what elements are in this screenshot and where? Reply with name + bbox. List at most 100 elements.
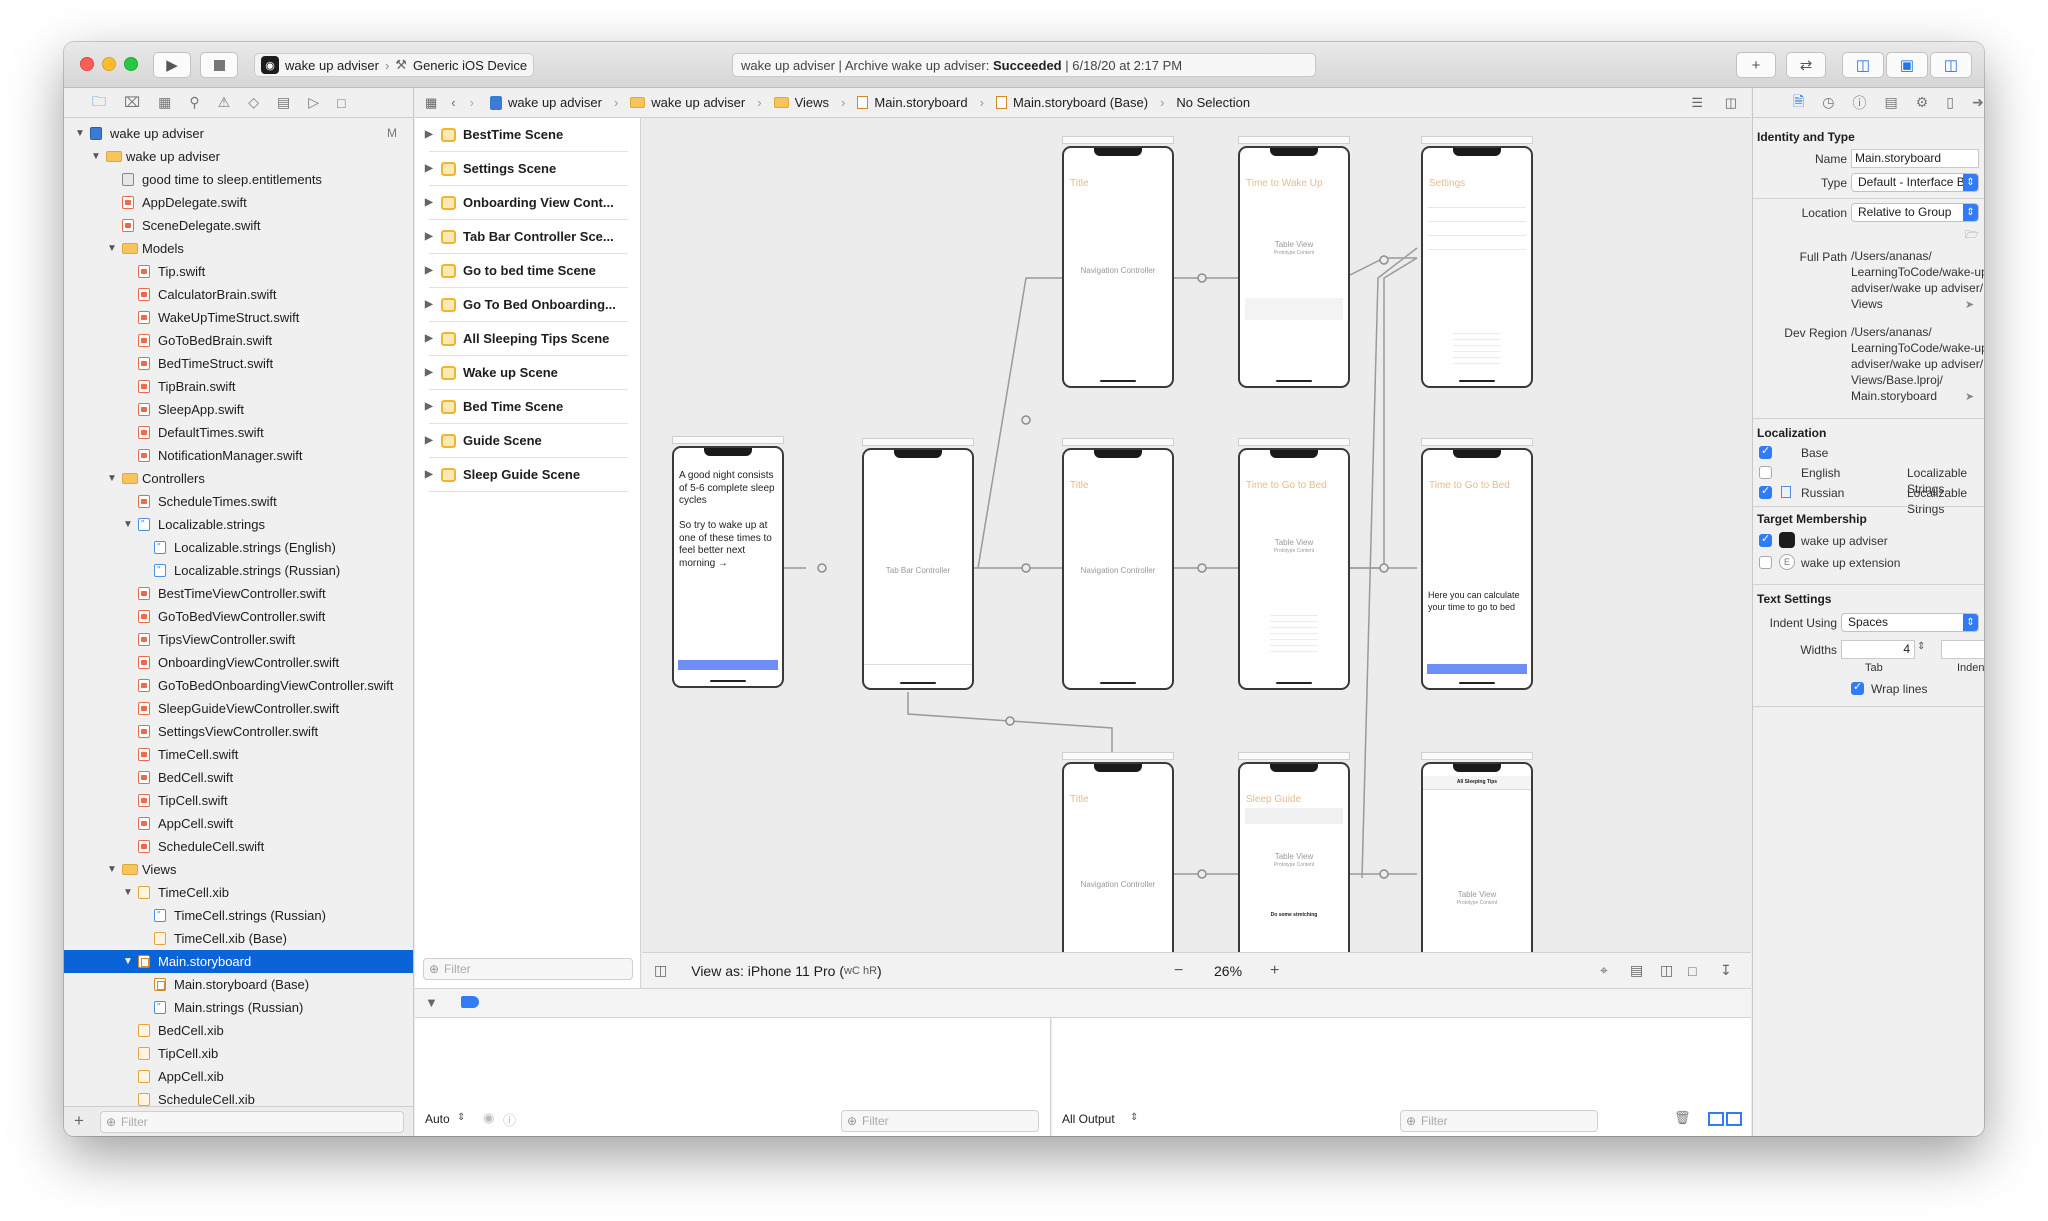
folder-icon[interactable]: 🗀 bbox=[92, 91, 106, 115]
file-tree-row[interactable]: WakeUpTimeStruct.swift bbox=[64, 306, 413, 329]
update-frames-icon[interactable]: ⌖ bbox=[1600, 962, 1608, 979]
reveal-arrow-icon[interactable]: ➤ bbox=[1965, 390, 1974, 403]
indent-using-popup[interactable]: Spaces bbox=[1841, 613, 1979, 632]
breadcrumb-item[interactable]: Main.storyboard › bbox=[857, 95, 990, 110]
zoom-out-icon[interactable]: − bbox=[1174, 962, 1183, 980]
warning-icon[interactable]: ⚠ bbox=[218, 94, 231, 111]
file-tree-row[interactable]: AppCell.xib bbox=[64, 1065, 413, 1088]
got-it-button[interactable] bbox=[1427, 664, 1527, 674]
source-control-icon[interactable]: ⌧ bbox=[124, 94, 140, 111]
forward-icon[interactable]: › bbox=[470, 95, 474, 110]
disclosure-triangle-icon[interactable]: ▼ bbox=[122, 881, 134, 904]
zoom-window-button[interactable] bbox=[124, 57, 138, 71]
attributes-icon[interactable]: ⚙ bbox=[1916, 94, 1929, 111]
scheme-selector[interactable]: ◉ wake up adviser › ⚒ Generic iOS Device bbox=[254, 53, 535, 77]
file-tree-row[interactable]: ▼ wake up adviser bbox=[64, 145, 413, 168]
outline-filter-input[interactable]: Filter bbox=[423, 958, 633, 980]
file-tree-row[interactable]: BestTimeViewController.swift bbox=[64, 582, 413, 605]
file-tree-row[interactable]: AppCell.swift bbox=[64, 812, 413, 835]
scene-outline-row[interactable]: ▶ Settings Scene bbox=[425, 152, 628, 186]
file-tree-row[interactable]: BedTimeStruct.swift bbox=[64, 352, 413, 375]
split-right-icon[interactable] bbox=[1726, 1112, 1742, 1126]
scene-outline-row[interactable]: ▶ Wake up Scene bbox=[425, 356, 628, 390]
minimize-window-button[interactable] bbox=[102, 57, 116, 71]
russian-checkbox[interactable] bbox=[1759, 484, 1772, 499]
disclosure-triangle-icon[interactable]: ▼ bbox=[90, 145, 102, 168]
file-tree-row[interactable]: Localizable.strings (Russian) bbox=[64, 559, 413, 582]
lines-icon[interactable]: ☰ bbox=[1691, 95, 1703, 111]
add-editor-icon[interactable]: ◫ bbox=[1725, 95, 1737, 111]
scene-outline-row[interactable]: ▶ Tab Bar Controller Sce... bbox=[425, 220, 628, 254]
file-tree-row[interactable]: Main.storyboard (Base) bbox=[64, 973, 413, 996]
scene-title-bar[interactable] bbox=[1062, 136, 1174, 144]
help-icon[interactable]: ⓘ bbox=[1852, 93, 1866, 113]
disclosure-triangle-icon[interactable]: ▶ bbox=[425, 458, 433, 492]
file-tree-row[interactable]: SleepGuideViewController.swift bbox=[64, 697, 413, 720]
eye-icon[interactable]: ◉ bbox=[483, 1110, 494, 1126]
code-review-button[interactable]: ⇄ bbox=[1786, 52, 1826, 78]
scene-title-bar[interactable] bbox=[1421, 136, 1533, 144]
disclosure-triangle-icon[interactable]: ▶ bbox=[425, 424, 433, 458]
reveal-arrow-icon[interactable]: ➤ bbox=[1965, 298, 1974, 311]
identity-icon[interactable]: ▤ bbox=[1884, 94, 1897, 111]
file-tree-row[interactable]: NotificationManager.swift bbox=[64, 444, 413, 467]
file-tree-row[interactable]: TipsViewController.swift bbox=[64, 628, 413, 651]
scene-title-bar[interactable] bbox=[1421, 752, 1533, 760]
disclosure-triangle-icon[interactable]: ▼ bbox=[106, 467, 118, 490]
name-field[interactable]: Main.storyboard bbox=[1851, 149, 1979, 168]
breakpoint-icon[interactable]: ▷ bbox=[308, 94, 319, 111]
tab-bar-controller-scene[interactable]: Tab Bar Controller bbox=[862, 448, 974, 690]
scene-outline-row[interactable]: ▶ All Sleeping Tips Scene bbox=[425, 322, 628, 356]
file-tree-row[interactable]: BedCell.swift bbox=[64, 766, 413, 789]
split-left-icon[interactable] bbox=[1708, 1112, 1724, 1126]
find-time-button[interactable] bbox=[678, 660, 778, 670]
scene-outline-row[interactable]: ▶ Onboarding View Cont... bbox=[425, 186, 628, 220]
toggle-debug-area-button[interactable]: ▣ bbox=[1886, 52, 1928, 78]
navigation-controller-scene[interactable]: Title Navigation Controller bbox=[1062, 762, 1174, 962]
file-tree-row[interactable]: DefaultTimes.swift bbox=[64, 421, 413, 444]
navigation-controller-scene[interactable]: Title Navigation Controller bbox=[1062, 448, 1174, 690]
align-icon[interactable]: ◫ bbox=[1660, 962, 1673, 979]
file-tree-row[interactable]: ScheduleCell.swift bbox=[64, 835, 413, 858]
navigation-controller-scene[interactable]: Title Navigation Controller bbox=[1062, 146, 1174, 388]
add-constraints-icon[interactable]: □ bbox=[1688, 963, 1696, 979]
output-selector[interactable]: All Output bbox=[1062, 1112, 1115, 1126]
disclosure-triangle-icon[interactable]: ▶ bbox=[425, 220, 433, 254]
go-to-bed-scene[interactable]: Time to Go to Bed Table View Prototype C… bbox=[1238, 448, 1350, 690]
target-ext-checkbox[interactable] bbox=[1759, 556, 1772, 569]
auto-selector[interactable]: Auto bbox=[425, 1112, 450, 1126]
info-icon[interactable]: ⓘ bbox=[503, 1110, 516, 1129]
toggle-inspector-button[interactable]: ◫ bbox=[1930, 52, 1972, 78]
all-sleeping-tips-scene[interactable]: All Sleeping Tips Table View Prototype C… bbox=[1421, 762, 1533, 962]
file-tree-row[interactable]: ▼ Models bbox=[64, 237, 413, 260]
back-icon[interactable]: ‹ bbox=[451, 95, 455, 110]
scene-title-bar[interactable] bbox=[862, 438, 974, 446]
scene-title-bar[interactable] bbox=[1062, 752, 1174, 760]
hide-debug-icon[interactable]: ▼ bbox=[425, 995, 438, 1010]
disclosure-triangle-icon[interactable]: ▼ bbox=[106, 237, 118, 260]
file-tree-row[interactable]: TimeCell.xib (Base) bbox=[64, 927, 413, 950]
tab-width-field[interactable]: 4 bbox=[1841, 640, 1915, 659]
diamond-icon[interactable]: ◇ bbox=[248, 94, 259, 111]
file-tree-row[interactable]: GoToBedOnboardingViewController.swift bbox=[64, 674, 413, 697]
scene-outline-row[interactable]: ▶ Go To Bed Onboarding... bbox=[425, 288, 628, 322]
disclosure-triangle-icon[interactable]: ▶ bbox=[425, 390, 433, 424]
file-tree-row[interactable]: ▼ wake up adviser M bbox=[64, 122, 413, 145]
file-tree-row[interactable]: Tip.swift bbox=[64, 260, 413, 283]
file-tree-row[interactable]: GoToBedBrain.swift bbox=[64, 329, 413, 352]
disclosure-triangle-icon[interactable]: ▼ bbox=[106, 858, 118, 881]
disclosure-triangle-icon[interactable]: ▶ bbox=[425, 288, 433, 322]
file-tree-row[interactable]: SettingsViewController.swift bbox=[64, 720, 413, 743]
connections-icon[interactable]: ➜ bbox=[1972, 94, 1984, 111]
file-tree-row[interactable]: TipCell.swift bbox=[64, 789, 413, 812]
close-window-button[interactable] bbox=[80, 57, 94, 71]
scene-title-bar[interactable] bbox=[1062, 438, 1174, 446]
related-items-icon[interactable]: ▦ bbox=[425, 95, 437, 111]
file-tree-row[interactable]: SleepApp.swift bbox=[64, 398, 413, 421]
trash-icon[interactable]: 🗑 bbox=[1674, 1110, 1691, 1126]
debug-icon[interactable]: ▤ bbox=[277, 94, 290, 111]
run-button[interactable]: ▶ bbox=[153, 52, 191, 78]
scene-title-bar[interactable] bbox=[1421, 438, 1533, 446]
disclosure-triangle-icon[interactable]: ▶ bbox=[425, 152, 433, 186]
base-checkbox[interactable] bbox=[1759, 444, 1772, 459]
